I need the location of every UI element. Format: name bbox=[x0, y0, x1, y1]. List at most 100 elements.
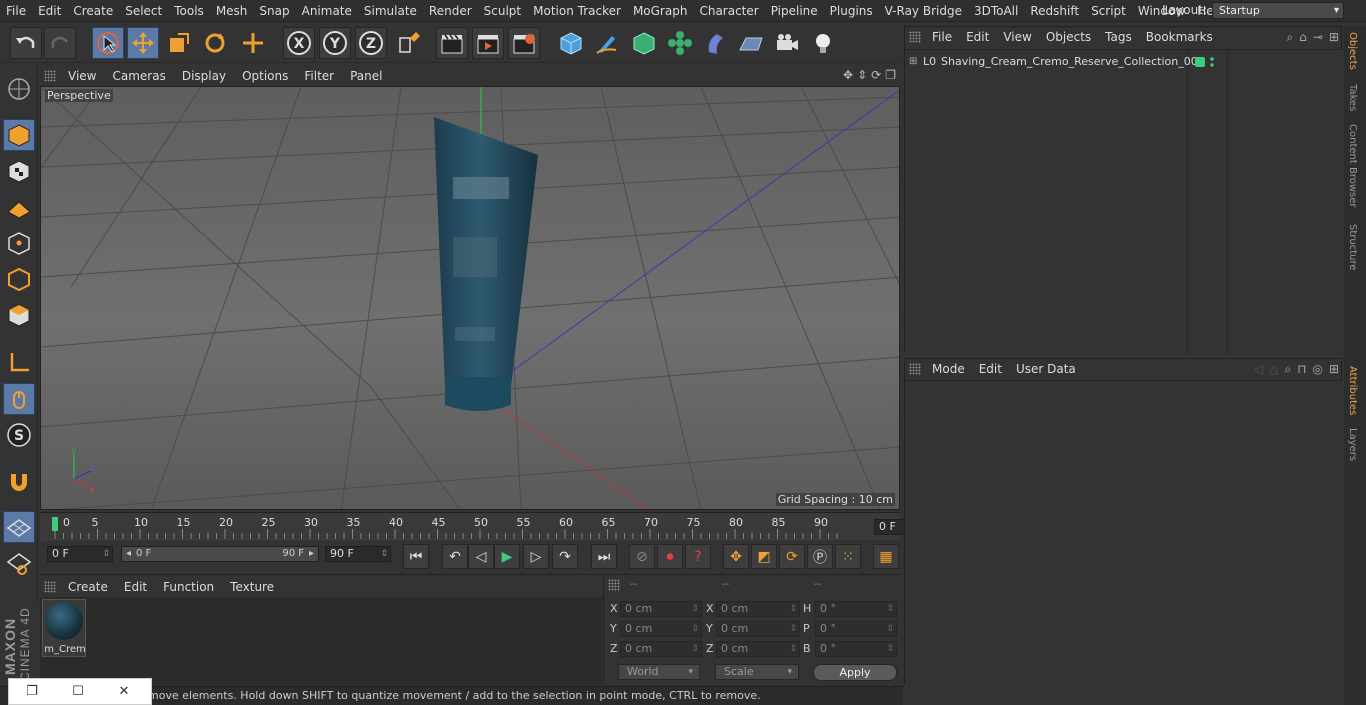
pan-view-icon[interactable]: ✥ bbox=[843, 68, 853, 82]
menu-pipeline[interactable]: Pipeline bbox=[765, 0, 824, 22]
render-settings-button[interactable] bbox=[508, 27, 540, 59]
panel-grip-icon[interactable] bbox=[608, 579, 620, 591]
orbit-view-icon[interactable]: ⟳ bbox=[871, 68, 881, 82]
range-left-arrow-icon[interactable]: ◂ bbox=[126, 548, 131, 559]
size-z-field[interactable]: 0 cm bbox=[716, 641, 800, 657]
panel-grip-icon[interactable] bbox=[909, 31, 921, 43]
timeline-window-button[interactable]: ▦ bbox=[873, 544, 899, 569]
link-icon[interactable]: ⊸ bbox=[1313, 30, 1323, 45]
key-parameter-button[interactable]: Ⓟ bbox=[807, 544, 833, 569]
subdivision-surface-button[interactable] bbox=[628, 27, 660, 59]
size-x-field[interactable]: 0 cm bbox=[716, 601, 800, 617]
deformer-button[interactable] bbox=[700, 27, 732, 59]
search-icon[interactable]: ⌕ bbox=[1287, 30, 1294, 45]
viewport-menu-filter[interactable]: Filter bbox=[296, 69, 342, 83]
tab-objects[interactable]: Objects bbox=[1347, 32, 1358, 70]
timeline-ruler[interactable]: 0 5 10 15 20 25 30 35 40 45 50 55 60 65 70 75 80 85 90 0 F bbox=[40, 512, 938, 541]
x-axis-lock-button[interactable]: X bbox=[283, 27, 315, 59]
snap-toggle-button[interactable]: S bbox=[3, 419, 35, 451]
tab-takes[interactable]: Takes bbox=[1347, 84, 1358, 111]
tab-layers[interactable]: Layers bbox=[1347, 428, 1358, 461]
perspective-viewport[interactable]: y z x Perspective Grid Spacing : 10 cm bbox=[40, 86, 900, 510]
play-button[interactable]: ▶ bbox=[494, 544, 520, 569]
objects-menu-tags[interactable]: Tags bbox=[1098, 30, 1139, 44]
record-active-button[interactable]: ⊘ bbox=[629, 544, 655, 569]
restore-icon[interactable]: ❐ bbox=[9, 684, 55, 699]
rot-b-field[interactable]: 0 ° bbox=[815, 641, 897, 657]
material-menu-create[interactable]: Create bbox=[60, 580, 116, 594]
material-swatch[interactable]: m_Crem bbox=[42, 599, 86, 657]
maximize-icon[interactable]: ☐ bbox=[55, 684, 101, 699]
key-pla-button[interactable]: ⁙ bbox=[835, 544, 861, 569]
attributes-menu-user-data[interactable]: User Data bbox=[1009, 362, 1083, 376]
rot-p-field[interactable]: 0 ° bbox=[815, 621, 897, 637]
search-icon[interactable]: ⌕ bbox=[1284, 362, 1291, 377]
size-mode-dropdown[interactable]: Scale bbox=[715, 664, 799, 680]
objects-menu-file[interactable]: File bbox=[925, 30, 959, 44]
previous-frame-button[interactable]: ◁ bbox=[468, 544, 494, 569]
object-row[interactable]: ⊞ L0 Shaving_Cream_Cremo_Reserve_Collect… bbox=[905, 52, 1205, 72]
workplane-toggle-button[interactable] bbox=[3, 511, 35, 543]
end-frame-field[interactable]: 90 F ⇕ bbox=[325, 546, 391, 562]
close-icon[interactable]: ✕ bbox=[101, 684, 147, 699]
visibility-render-dots[interactable] bbox=[1210, 56, 1214, 68]
up-arrow-icon[interactable]: △ bbox=[1269, 362, 1278, 377]
undo-button[interactable] bbox=[10, 27, 42, 59]
autokey-button[interactable]: ⏺ bbox=[657, 544, 683, 569]
magnet-button[interactable] bbox=[3, 466, 35, 498]
light-button[interactable] bbox=[807, 27, 839, 59]
y-axis-lock-button[interactable]: Y bbox=[319, 27, 351, 59]
points-mode-button[interactable] bbox=[3, 227, 35, 259]
objects-menu-edit[interactable]: Edit bbox=[959, 30, 996, 44]
viewport-menu-cameras[interactable]: Cameras bbox=[104, 69, 173, 83]
polygons-mode-button[interactable] bbox=[3, 299, 35, 331]
objects-menu-bookmarks[interactable]: Bookmarks bbox=[1139, 30, 1220, 44]
workplane-mode-button[interactable] bbox=[3, 191, 35, 223]
transform-tool-button[interactable] bbox=[237, 27, 269, 59]
camera-button[interactable] bbox=[771, 27, 803, 59]
tab-content-browser[interactable]: Content Browser bbox=[1347, 124, 1358, 207]
model-mode-button[interactable] bbox=[3, 119, 35, 151]
apply-button[interactable]: Apply bbox=[813, 664, 897, 681]
back-arrow-icon[interactable]: ◁ bbox=[1254, 362, 1263, 377]
menu-sculpt[interactable]: Sculpt bbox=[478, 0, 527, 22]
objects-menu-view[interactable]: View bbox=[996, 30, 1038, 44]
new-window-icon[interactable]: ⊞ bbox=[1329, 30, 1339, 45]
playhead-marker[interactable] bbox=[52, 517, 58, 531]
go-to-end-button[interactable]: ⏭ bbox=[591, 544, 617, 569]
locked-workplane-button[interactable] bbox=[3, 547, 35, 579]
pos-z-field[interactable]: 0 cm bbox=[620, 641, 702, 657]
floor-button[interactable] bbox=[735, 27, 767, 59]
add-cube-button[interactable] bbox=[555, 27, 587, 59]
edges-mode-button[interactable] bbox=[3, 263, 35, 295]
maximize-view-icon[interactable]: ❐ bbox=[885, 68, 896, 82]
z-axis-lock-button[interactable]: Z bbox=[355, 27, 387, 59]
material-menu-edit[interactable]: Edit bbox=[116, 580, 155, 594]
menu-select[interactable]: Select bbox=[119, 0, 168, 22]
home-icon[interactable]: ⌂ bbox=[1299, 30, 1307, 45]
keyframe-selection-button[interactable]: ? bbox=[685, 544, 711, 569]
scale-tool-button[interactable] bbox=[163, 27, 195, 59]
viewport-menu-display[interactable]: Display bbox=[174, 69, 234, 83]
expand-plus-icon[interactable]: ⊞ bbox=[909, 52, 917, 72]
range-right-arrow-icon[interactable]: ▸ bbox=[309, 548, 314, 559]
live-selection-button[interactable] bbox=[92, 27, 124, 59]
viewport-menu-view[interactable]: View bbox=[60, 69, 104, 83]
target-icon[interactable]: ◎ bbox=[1312, 362, 1322, 377]
menu-mesh[interactable]: Mesh bbox=[210, 0, 254, 22]
viewport-menu-panel[interactable]: Panel bbox=[342, 69, 390, 83]
rot-h-field[interactable]: 0 ° bbox=[815, 601, 897, 617]
attributes-menu-mode[interactable]: Mode bbox=[925, 362, 972, 376]
tab-structure[interactable]: Structure bbox=[1347, 224, 1358, 271]
key-rotation-button[interactable]: ⟳ bbox=[779, 544, 805, 569]
menu-motion-tracker[interactable]: Motion Tracker bbox=[527, 0, 627, 22]
render-to-picture-viewer-button[interactable] bbox=[472, 27, 504, 59]
menu-simulate[interactable]: Simulate bbox=[358, 0, 423, 22]
coordinate-space-dropdown[interactable]: World bbox=[618, 664, 700, 680]
menu-character[interactable]: Character bbox=[693, 0, 764, 22]
next-key-button[interactable]: ↷ bbox=[552, 544, 578, 569]
viewport-menu-options[interactable]: Options bbox=[234, 69, 296, 83]
attributes-menu-edit[interactable]: Edit bbox=[972, 362, 1009, 376]
redo-button[interactable] bbox=[44, 27, 76, 59]
texture-mode-button[interactable] bbox=[3, 155, 35, 187]
